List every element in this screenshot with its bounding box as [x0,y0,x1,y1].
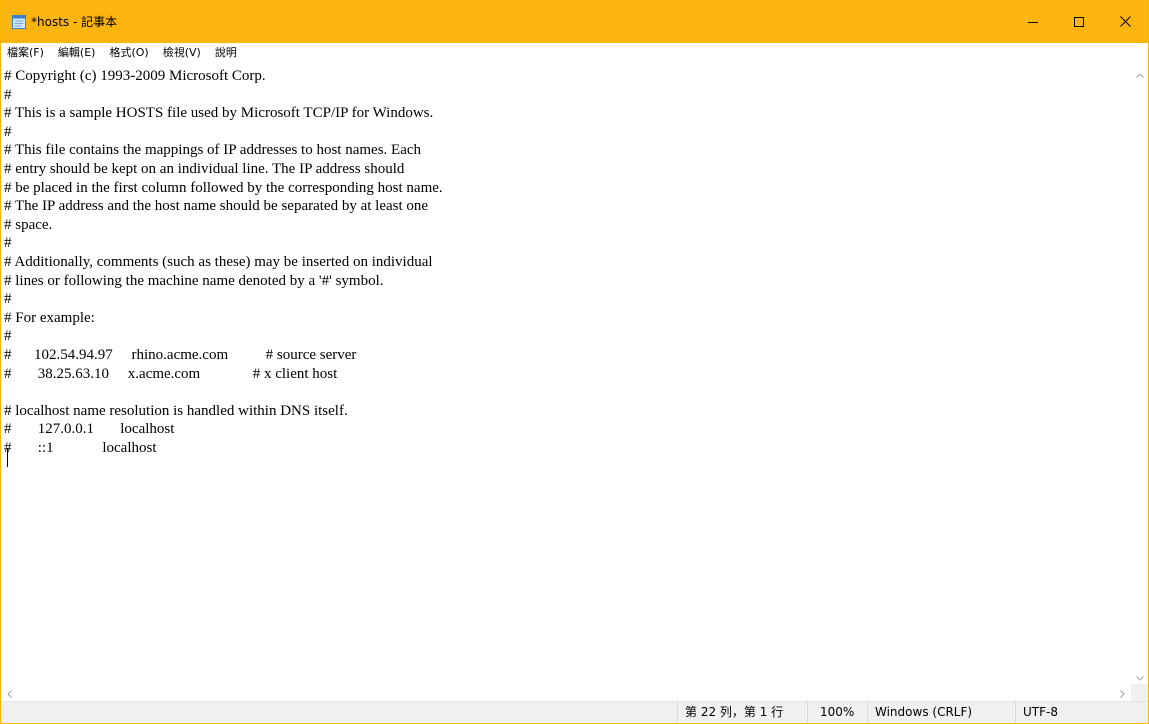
status-line-ending: Windows (CRLF) [867,702,1015,723]
scroll-down-button[interactable] [1131,667,1148,684]
close-icon [1119,12,1131,31]
chevron-right-icon [1120,683,1125,702]
scroll-left-button[interactable] [1,684,18,701]
menu-format[interactable]: 格式(O) [102,43,155,63]
chevron-up-icon [1135,63,1144,82]
menu-bar: 檔案(F) 編輯(E) 格式(O) 檢視(V) 說明 [1,43,1148,63]
minimize-button[interactable] [1010,0,1056,43]
window-title: *hosts - 記事本 [31,15,118,29]
editor-content[interactable]: # Copyright (c) 1993-2009 Microsoft Corp… [1,64,1132,457]
maximize-button[interactable] [1056,0,1102,43]
title-bar[interactable]: *hosts - 記事本 [1,0,1148,43]
menu-edit[interactable]: 編輯(E) [51,43,103,63]
scroll-right-button[interactable] [1114,684,1131,701]
chevron-down-icon [1135,666,1144,685]
vertical-scrollbar[interactable] [1131,64,1148,684]
scroll-up-button[interactable] [1131,64,1148,81]
text-editor[interactable]: # Copyright (c) 1993-2009 Microsoft Corp… [1,64,1132,684]
scrollbar-corner [1131,684,1148,701]
close-button[interactable] [1102,0,1148,43]
menu-view[interactable]: 檢視(V) [156,43,208,63]
status-zoom: 100% [807,702,867,723]
menu-help[interactable]: 說明 [208,43,244,63]
chevron-left-icon [7,683,12,702]
status-encoding: UTF-8 [1015,702,1130,723]
window-controls [1010,0,1148,43]
notepad-window: *hosts - 記事本 檔案(F) 編輯(E) 格式(O) 檢視(V) 說明 … [0,0,1149,724]
notepad-icon [11,14,27,30]
text-caret [7,448,8,467]
horizontal-scrollbar[interactable] [1,684,1131,701]
status-bar: 第 22 列，第 1 行 100% Windows (CRLF) UTF-8 [1,701,1148,723]
minimize-icon [1028,12,1038,31]
menu-file[interactable]: 檔案(F) [1,43,51,63]
maximize-icon [1074,12,1084,31]
status-cursor-position: 第 22 列，第 1 行 [677,702,807,723]
